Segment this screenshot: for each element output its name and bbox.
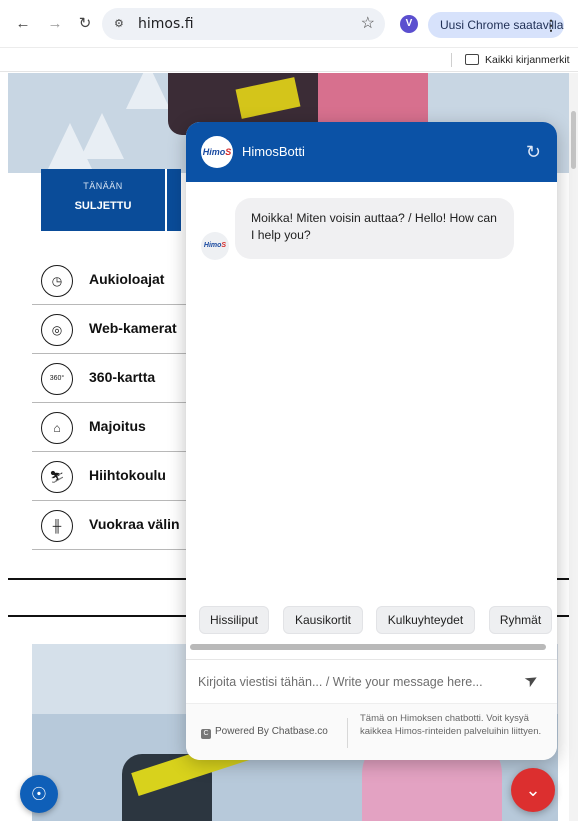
tree-decoration (126, 73, 170, 109)
rental-icon: ╫ (41, 510, 73, 542)
chat-window: HimoS HimosBotti ↻ Moikka! Miten voisin … (186, 122, 557, 760)
logo-text-s: S (225, 147, 232, 157)
bot-logo: HimoS (201, 136, 233, 168)
menu-item-label: Aukioloajat (89, 271, 165, 287)
refresh-icon[interactable]: ↻ (526, 141, 541, 163)
page-scrollbar[interactable] (569, 73, 578, 821)
bookmarks-divider (451, 53, 452, 67)
powered-by-link[interactable]: C Powered By Chatbase.co (201, 726, 328, 739)
folder-icon[interactable] (465, 54, 479, 65)
photo-skis (235, 77, 301, 119)
scrollbar-thumb[interactable] (571, 111, 576, 169)
address-bar[interactable]: ⚙ himos.fi ☆ (102, 8, 385, 40)
quick-links-menu: ◷ Aukioloajat ◎ Web-kamerat 360° 360-kar… (32, 256, 212, 550)
webcam-icon: ◎ (41, 314, 73, 346)
chips-scrollbar[interactable] (190, 644, 546, 650)
forward-arrow-icon[interactable]: → (44, 13, 66, 35)
menu-item-label: Web-kamerat (89, 320, 177, 336)
menu-item-hiihtokoulu[interactable]: ⛷ Hiihtokoulu (32, 452, 212, 501)
profile-avatar[interactable]: V (400, 15, 418, 33)
reload-icon[interactable]: ↻ (74, 13, 96, 35)
powered-by-text: Powered By Chatbase.co (215, 726, 328, 737)
tree-decoration (80, 113, 124, 159)
status-tab-day: TÄNÄÄN (83, 181, 123, 191)
bot-message: Moikka! Miten voisin auttaa? / Hello! Ho… (235, 198, 514, 259)
chip-kausikortit[interactable]: Kausikortit (283, 606, 363, 634)
suggestion-chips: Hissiliput Kausikortit Kulkuyhteydet Ryh… (186, 606, 557, 636)
send-icon[interactable]: ➤ (522, 668, 547, 693)
menu-item-aukioloajat[interactable]: ◷ Aukioloajat (32, 256, 212, 305)
url-text: himos.fi (138, 16, 194, 32)
fingerprint-icon[interactable]: ☉ (20, 775, 58, 813)
menu-item-label: Vuokraa välin (89, 516, 180, 532)
house-icon: ⌂ (41, 412, 73, 444)
menu-item-web-kamerat[interactable]: ◎ Web-kamerat (32, 305, 212, 354)
bot-name: HimosBotti (242, 144, 305, 159)
footer-divider (347, 718, 348, 748)
chrome-update-button[interactable]: Uusi Chrome saatavilla ⋮ (428, 12, 564, 38)
logo-text: Himo (202, 147, 226, 157)
site-settings-icon[interactable]: ⚙ (114, 16, 130, 32)
menu-dots-icon[interactable]: ⋮ (544, 12, 558, 38)
bookmarks-bar: Kaikki kirjanmerkit (0, 48, 578, 72)
back-arrow-icon[interactable]: ← (12, 13, 34, 35)
status-tab[interactable]: TÄNÄÄN SULJETTU (41, 169, 181, 231)
360-map-icon: 360° (41, 363, 73, 395)
chat-disclaimer: Tämä on Himoksen chatbotti. Voit kysyä k… (360, 713, 542, 737)
status-tab-state: SULJETTU (74, 200, 132, 212)
menu-item-label: Majoitus (89, 418, 146, 434)
chip-hissiliput[interactable]: Hissiliput (199, 606, 269, 634)
all-bookmarks-link[interactable]: Kaikki kirjanmerkit (485, 48, 570, 72)
chip-kulkuyhteydet[interactable]: Kulkuyhteydet (376, 606, 475, 634)
chip-ryhmat[interactable]: Ryhmät (489, 606, 552, 634)
chat-close-chevron-icon[interactable]: ⌄ (511, 768, 555, 812)
menu-item-vuokraa[interactable]: ╫ Vuokraa välin (32, 501, 212, 550)
ski-school-icon: ⛷ (41, 461, 73, 493)
message-input[interactable] (198, 668, 508, 696)
chat-footer: C Powered By Chatbase.co Tämä on Himoksen… (186, 703, 557, 760)
message-input-row: ➤ (186, 659, 557, 703)
chatbase-logo-icon: C (201, 729, 211, 739)
browser-toolbar: ← → ↻ ⚙ himos.fi ☆ V Uusi Chrome saatavi… (0, 0, 578, 48)
logo-text-s: S (221, 242, 227, 249)
tab-divider (165, 169, 167, 231)
chat-header: HimoS HimosBotti ↻ (186, 122, 557, 182)
message-avatar: HimoS (201, 232, 229, 260)
bookmark-star-icon[interactable]: ☆ (361, 13, 375, 33)
menu-item-label: Hiihtokoulu (89, 467, 166, 483)
logo-text: Himo (203, 242, 222, 249)
menu-item-majoitus[interactable]: ⌂ Majoitus (32, 403, 212, 452)
menu-item-label: 360-kartta (89, 369, 156, 385)
clock-icon: ◷ (41, 265, 73, 297)
menu-item-360-kartta[interactable]: 360° 360-kartta (32, 354, 212, 403)
